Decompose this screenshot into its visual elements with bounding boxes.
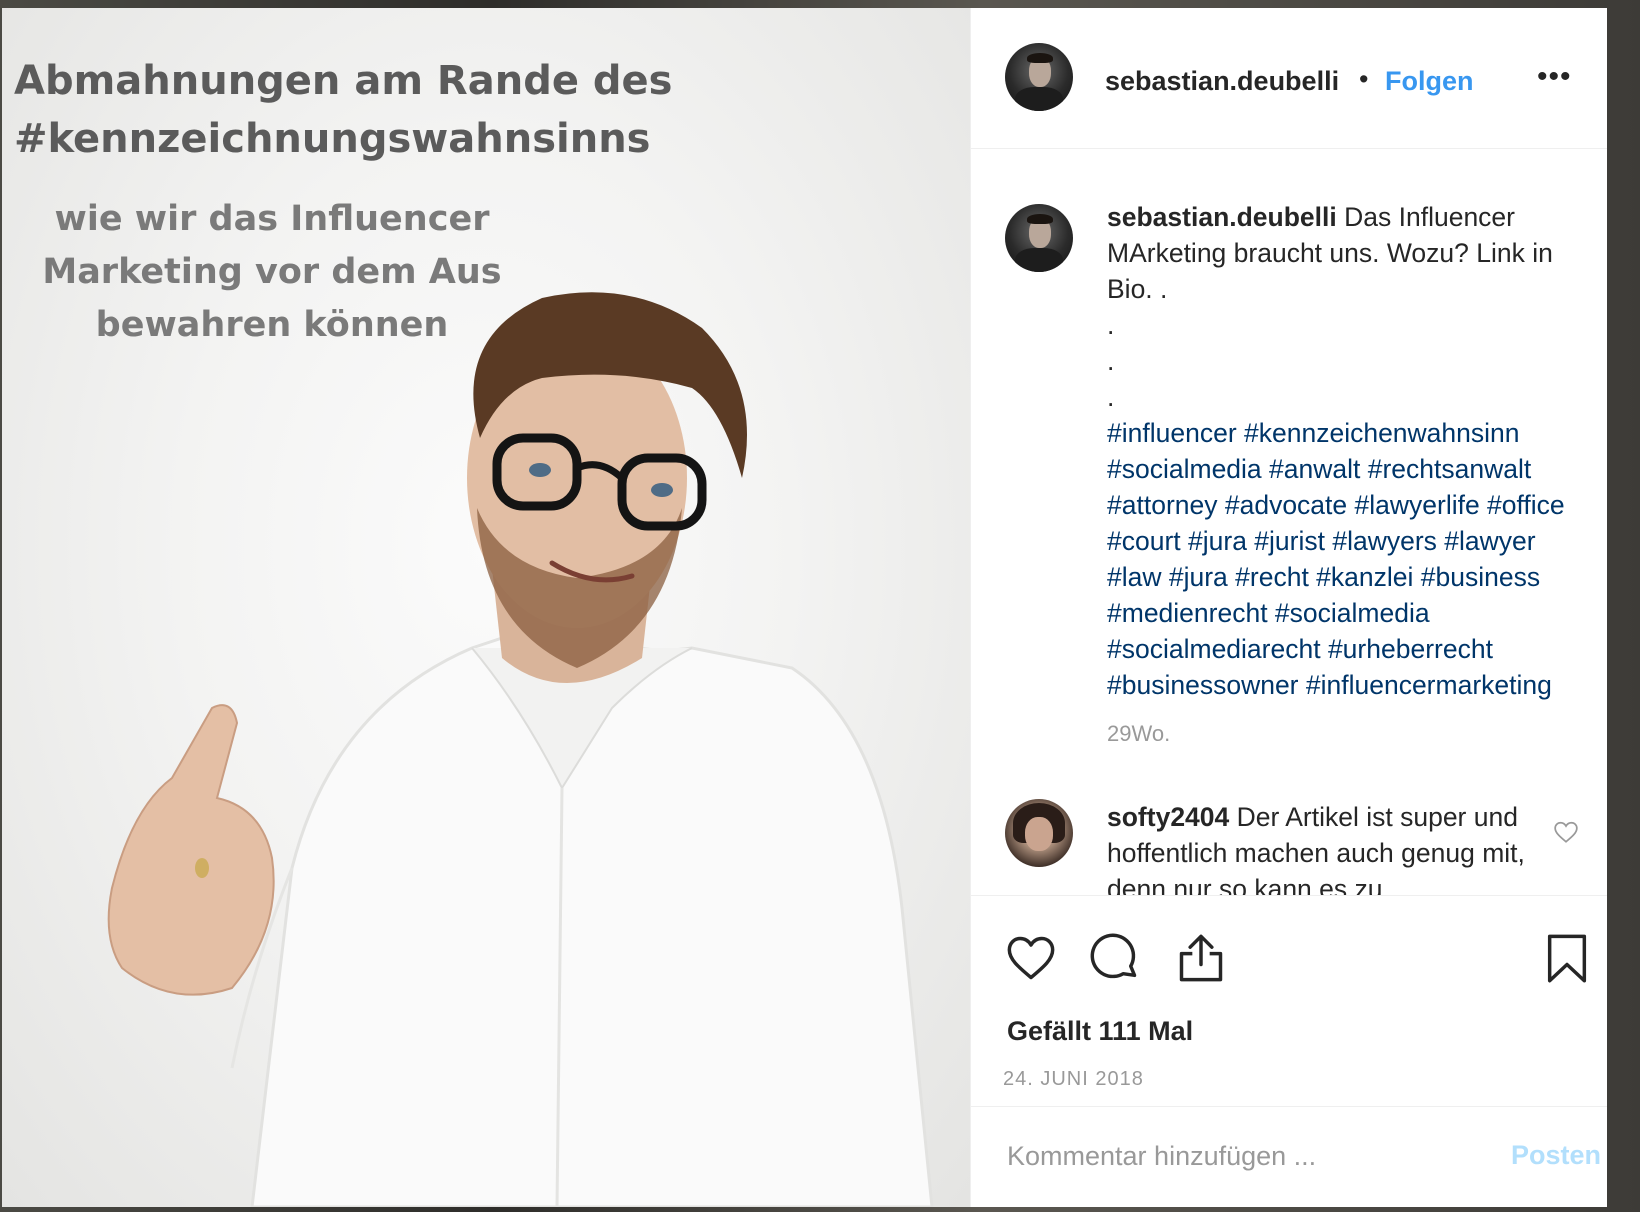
image-title: Abmahnungen am Rande des #kennzeichnungs…	[14, 58, 673, 162]
commenter-username-link[interactable]: softy2404	[1107, 802, 1229, 832]
comment-item: softy2404 Der Artikel ist super und hoff…	[1107, 799, 1547, 895]
separator-dot: •	[1359, 64, 1369, 94]
likes-count[interactable]: Gefällt 111 Mal	[1007, 1016, 1193, 1047]
caption-dot: .	[1107, 310, 1115, 340]
post-date[interactable]: 24. JUNI 2018	[1003, 1068, 1144, 1091]
commenter-avatar[interactable]	[1005, 799, 1073, 867]
caption-dot: .	[1107, 382, 1115, 412]
caption-dot: .	[1107, 346, 1115, 376]
author-avatar[interactable]	[1005, 43, 1073, 111]
post-comment-button[interactable]: Posten	[1511, 1140, 1601, 1171]
post-caption: sebastian.deubelli Das Influencer MArket…	[1107, 199, 1597, 703]
more-options-icon[interactable]: •••	[1537, 60, 1572, 94]
caption-author-avatar[interactable]	[1005, 204, 1073, 272]
speech-bubble-icon[interactable]	[1089, 932, 1141, 984]
follow-button[interactable]: Folgen	[1385, 66, 1474, 97]
post-modal: Abmahnungen am Rande des #kennzeichnungs…	[2, 8, 1607, 1207]
post-sidebar: sebastian.deubelli • Folgen ••• sebastia…	[970, 8, 1607, 1207]
caption-hashtags[interactable]: #influencer #kennzeichenwahnsinn #social…	[1107, 415, 1597, 703]
caption-username-link[interactable]: sebastian.deubelli	[1107, 202, 1337, 232]
comment-input[interactable]	[1007, 1128, 1457, 1184]
post-header: sebastian.deubelli • Folgen •••	[971, 8, 1607, 149]
image-subtitle: wie wir das Influencer Marketing vor dem…	[42, 199, 502, 345]
post-actions: Gefällt 111 Mal 24. JUNI 2018	[971, 895, 1607, 1107]
comment-like-heart-icon[interactable]	[1553, 819, 1579, 845]
heart-icon[interactable]	[1005, 932, 1057, 984]
comments-scroll-area[interactable]: sebastian.deubelli Das Influencer MArket…	[971, 149, 1607, 895]
post-image[interactable]: Abmahnungen am Rande des #kennzeichnungs…	[2, 8, 970, 1207]
bookmark-icon[interactable]	[1541, 932, 1593, 984]
share-icon[interactable]	[1175, 932, 1227, 984]
post-age[interactable]: 29Wo.	[1107, 721, 1170, 747]
author-username-link[interactable]: sebastian.deubelli	[1105, 66, 1339, 97]
person-photo	[107, 292, 934, 1207]
